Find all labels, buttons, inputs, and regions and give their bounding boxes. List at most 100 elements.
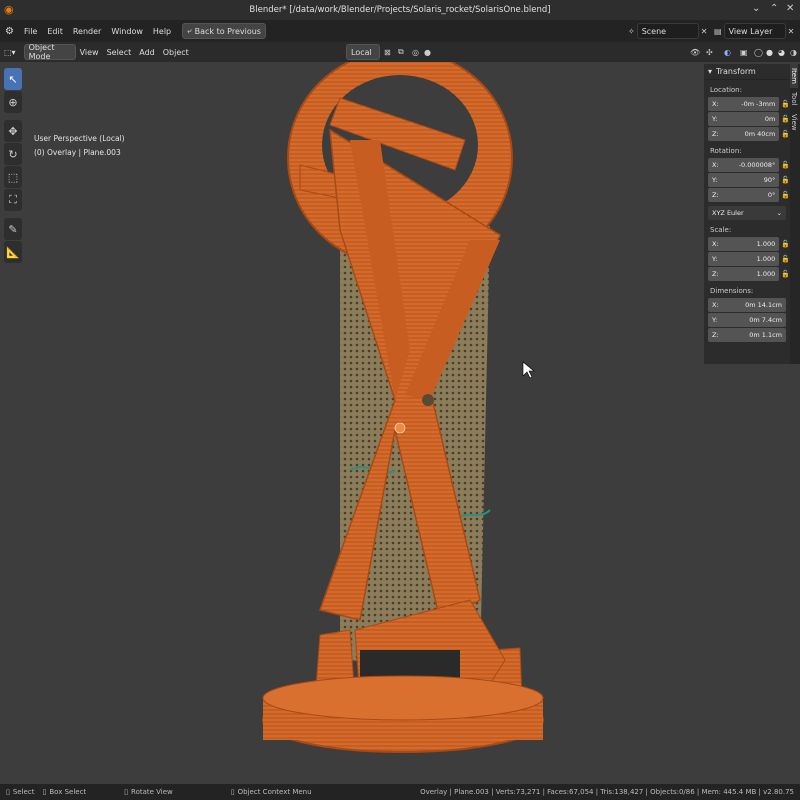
tab-view[interactable]: View (790, 110, 798, 135)
menu-help[interactable]: Help (148, 27, 176, 36)
mouse-right-icon: ▯ (230, 788, 235, 796)
mouse-cursor (522, 361, 535, 379)
mouse-left-drag-icon: ▯ (42, 788, 47, 796)
scene-icon: ✧ (628, 26, 635, 36)
scale-label: Scale: (710, 226, 732, 234)
visibility-icon[interactable]: 👁 (690, 48, 700, 57)
maximize-icon[interactable]: ⌃ (770, 3, 778, 14)
menu-view[interactable]: View (76, 48, 103, 57)
collapse-icon: ▾ (708, 67, 713, 76)
scale-z-field[interactable]: Z: 1.000 (708, 267, 780, 281)
xray-icon[interactable]: ▣ (740, 48, 748, 57)
menu-edit[interactable]: Edit (42, 27, 68, 36)
scale-y-field[interactable]: Y: 1.000 (708, 252, 780, 266)
scale-tool-icon[interactable]: ⬚ (4, 166, 22, 188)
menu-file[interactable]: File (19, 27, 42, 36)
orientation-dropdown[interactable]: Local (346, 44, 380, 60)
scene-render (262, 62, 544, 753)
blender-logo-icon: ◉ (4, 3, 14, 16)
mouse-left-icon: ▯ (6, 788, 10, 796)
move-tool-icon[interactable]: ✥ (4, 120, 22, 142)
status-box-select: Box Select (49, 788, 87, 796)
object-info-label: (0) Overlay | Plane.003 (34, 148, 121, 157)
wireframe-shading-icon[interactable]: ◯ (754, 48, 763, 57)
view-layer-field[interactable]: View Layer (723, 23, 786, 39)
dimensions-x-field[interactable]: X: 0m 14.1cm (708, 298, 786, 312)
scene-close-icon[interactable]: ✕ (701, 27, 708, 36)
back-icon: ⤶ (187, 26, 192, 35)
tab-item[interactable]: Item (790, 64, 798, 88)
status-context-menu: Object Context Menu (237, 788, 312, 796)
sidebar-tabs: Item Tool View (790, 64, 800, 364)
measure-tool-icon[interactable]: 📐 (4, 241, 22, 263)
select-tool-icon[interactable]: ↖ (4, 68, 22, 90)
minimize-icon[interactable]: ⌄ (752, 3, 760, 14)
view-layer-icon: ▤ (714, 26, 722, 36)
viewport-info: User Perspective (Local) (0) Overlay | P… (34, 132, 125, 160)
view-layer-close-icon[interactable]: ✕ (788, 27, 795, 36)
tab-tool[interactable]: Tool (790, 88, 798, 110)
transform-panel-header[interactable]: ▾ Transform (704, 64, 790, 80)
rotation-mode-dropdown[interactable]: XYZ Euler ⌄ (708, 206, 786, 220)
dimensions-label: Dimensions: (710, 287, 754, 295)
back-to-previous-button[interactable]: ⤶ Back to Previous (182, 23, 266, 39)
viewport-header: ⬚▾ Object Mode View Select Add Object Lo… (0, 42, 800, 62)
scene-statistics: Overlay | Plane.003 | Verts:73,271 | Fac… (420, 788, 794, 796)
top-bar: ⚙ File Edit Render Window Help ⤶ Back to… (0, 20, 800, 42)
scale-x-field[interactable]: X: 1.000 (708, 237, 780, 251)
status-select: Select (12, 788, 35, 796)
solid-shading-icon[interactable]: ● (766, 48, 773, 57)
annotate-tool-icon[interactable]: ✎ (4, 218, 22, 240)
gizmo-icon[interactable]: ✣ (706, 48, 713, 57)
3d-viewport[interactable]: User Perspective (Local) (0) Overlay | P… (0, 62, 800, 784)
editor-type-icon[interactable]: ⬚▾ (0, 48, 20, 57)
menu-render[interactable]: Render (68, 27, 106, 36)
overlay-dot-icon[interactable]: ● (424, 48, 431, 57)
material-shading-icon[interactable]: ◕ (778, 48, 785, 57)
window-title: Blender* [/data/work/Blender/Projects/So… (249, 5, 551, 15)
menu-window[interactable]: Window (106, 27, 148, 36)
sidebar-panel: ▾ Transform Location: X: -0m -3mm 🔓 Y: 0m 🔓 … (704, 64, 790, 364)
rotation-x-field[interactable]: X: -0.000008° (708, 158, 780, 172)
rotation-label: Rotation: (710, 147, 742, 155)
tool-shelf: ↖ ⊕ ✥ ↻ ⬚ ⛶ ✎ 📐 (4, 68, 22, 264)
lock-icon[interactable]: 🔓 (781, 191, 790, 199)
rotation-z-field[interactable]: Z: 0° (708, 188, 780, 202)
lock-icon[interactable]: 🔓 (781, 255, 790, 263)
menu-object[interactable]: Object (159, 48, 193, 57)
snap-icon[interactable]: ⧉ (398, 47, 404, 57)
rendered-shading-icon[interactable]: ◑ (790, 48, 797, 57)
lock-icon[interactable]: 🔓 (781, 240, 790, 248)
lock-icon[interactable]: 🔓 (781, 176, 790, 184)
lock-icon[interactable]: 🔓 (781, 130, 790, 138)
overlays-icon[interactable]: ◐ (724, 48, 731, 57)
location-label: Location: (710, 86, 742, 94)
pivot-icon[interactable]: ⊠ (384, 48, 391, 57)
menu-select[interactable]: Select (103, 48, 136, 57)
rotate-tool-icon[interactable]: ↻ (4, 143, 22, 165)
scene-field[interactable]: Scene (636, 23, 699, 39)
status-rotate-view: Rotate View (131, 788, 173, 796)
cursor-tool-icon[interactable]: ⊕ (4, 91, 22, 113)
lock-icon[interactable]: 🔓 (781, 270, 790, 278)
transform-tool-icon[interactable]: ⛶ (4, 189, 22, 211)
window-titlebar: ◉ Blender* [/data/work/Blender/Projects/… (0, 0, 800, 20)
dimensions-z-field[interactable]: Z: 0m 1.1cm (708, 328, 786, 342)
perspective-label: User Perspective (Local) (34, 134, 125, 143)
chevron-down-icon: ⌄ (776, 209, 782, 217)
lock-icon[interactable]: 🔓 (781, 100, 790, 108)
dimensions-y-field[interactable]: Y: 0m 7.4cm (708, 313, 786, 327)
menu-add[interactable]: Add (135, 48, 159, 57)
close-icon[interactable]: ✕ (786, 3, 794, 14)
lock-icon[interactable]: 🔓 (781, 115, 790, 123)
proportional-edit-icon[interactable]: ◎ (412, 48, 419, 57)
location-x-field[interactable]: X: -0m -3mm (708, 97, 780, 111)
rotation-y-field[interactable]: Y: 90° (708, 173, 780, 187)
lock-icon[interactable]: 🔓 (781, 161, 790, 169)
mode-selector[interactable]: Object Mode (23, 43, 76, 61)
status-bar: ▯ Select ▯ Box Select ▯ Rotate View ▯ Object… (0, 784, 800, 800)
location-y-field[interactable]: Y: 0m (708, 112, 780, 126)
location-z-field[interactable]: Z: 0m 40cm (708, 127, 780, 141)
blender-menu-icon[interactable]: ⚙ (0, 26, 19, 37)
main-menu: File Edit Render Window Help (19, 20, 176, 42)
